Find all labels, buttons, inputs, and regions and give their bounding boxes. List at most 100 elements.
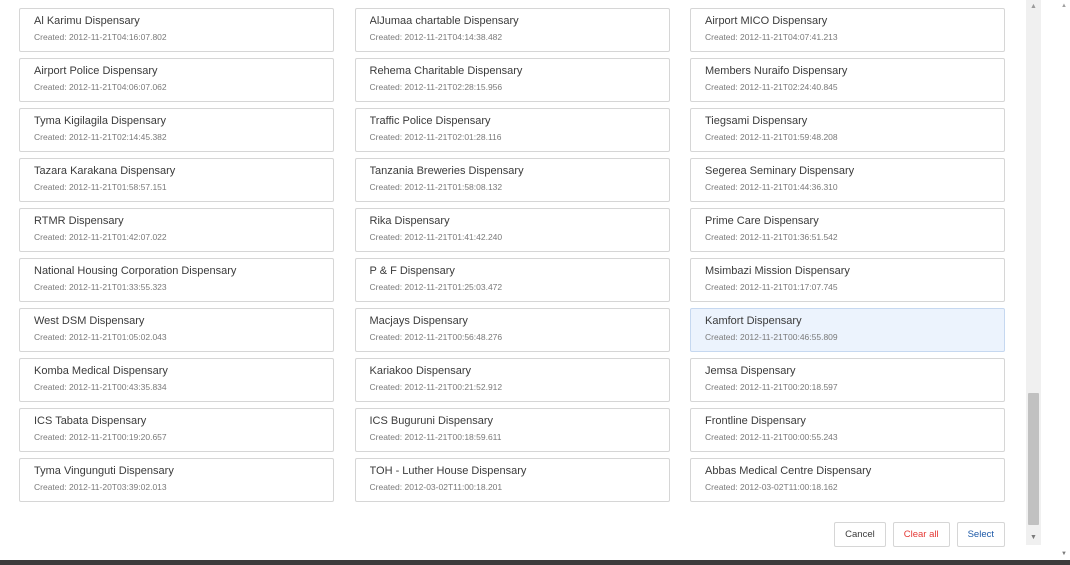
- created-timestamp: Created: 2012-11-21T01:41:42.240: [369, 232, 503, 242]
- dispensary-card[interactable]: National Housing Corporation Dispensary C…: [19, 258, 334, 302]
- dispensary-card[interactable]: Msimbazi Mission Dispensary Created: 2012…: [690, 258, 1005, 302]
- created-timestamp: Created: 2012-11-21T01:42:07.022: [34, 232, 167, 242]
- dispensary-name: Msimbazi Mission Dispensary: [705, 265, 850, 277]
- dispensary-name: National Housing Corporation Dispensary: [34, 265, 237, 277]
- dispensary-name: Al Karimu Dispensary: [34, 15, 140, 27]
- dispensary-card[interactable]: Airport MICO Dispensary Created: 2012-11-…: [690, 8, 1005, 52]
- dispensary-name: Kariakoo Dispensary: [369, 365, 472, 377]
- created-timestamp: Created: 2012-11-21T04:14:38.482: [369, 32, 503, 42]
- dispensary-card[interactable]: Komba Medical Dispensary Created: 2012-11…: [19, 358, 334, 402]
- dialog-footer: Cancel Clear all Select: [834, 522, 1005, 547]
- dispensary-card[interactable]: Tanzania Breweries Dispensary Created: 20…: [354, 158, 670, 202]
- dispensary-card[interactable]: Prime Care Dispensary Created: 2012-11-21…: [690, 208, 1005, 252]
- dispensary-name: Abbas Medical Centre Dispensary: [705, 465, 872, 477]
- dispensary-name: Tiegsami Dispensary: [705, 115, 808, 127]
- dispensary-card[interactable]: Frontline Dispensary Created: 2012-11-21T…: [690, 408, 1005, 452]
- created-timestamp: Created: 2012-11-21T01:36:51.542: [705, 232, 838, 242]
- created-timestamp: Created: 2012-11-21T04:16:07.802: [34, 32, 167, 42]
- dispensary-card[interactable]: Members Nuraifo Dispensary Created: 2012-…: [690, 58, 1005, 102]
- dispensary-name: Airport MICO Dispensary: [705, 15, 828, 27]
- scrollbar-thumb[interactable]: [1028, 393, 1039, 525]
- created-timestamp: Created: 2012-11-21T01:58:08.132: [369, 182, 503, 192]
- dispensary-name: Airport Police Dispensary: [34, 65, 158, 77]
- dispensary-card[interactable]: Jemsa Dispensary Created: 2012-11-21T00:2…: [690, 358, 1005, 402]
- dispensary-name: Macjays Dispensary: [369, 315, 468, 327]
- dispensary-card[interactable]: Tazara Karakana Dispensary Created: 2012-…: [19, 158, 334, 202]
- caret-up-icon[interactable]: ▲: [1058, 0, 1070, 12]
- created-timestamp: Created: 2012-11-21T00:19:20.657: [34, 432, 167, 442]
- dispensary-card[interactable]: Rehema Charitable Dispensary Created: 201…: [354, 58, 670, 102]
- created-timestamp: Created: 2012-11-21T04:07:41.213: [705, 32, 838, 42]
- created-timestamp: Created: 2012-03-02T11:00:18.201: [369, 482, 503, 492]
- dispensary-name: Segerea Seminary Dispensary: [705, 165, 855, 177]
- caret-down-icon[interactable]: ▼: [1058, 548, 1070, 560]
- created-timestamp: Created: 2012-11-21T01:25:03.472: [369, 282, 503, 292]
- created-timestamp: Created: 2012-03-02T11:00:18.162: [705, 482, 838, 492]
- dispensary-card[interactable]: ICS Tabata Dispensary Created: 2012-11-21…: [19, 408, 334, 452]
- dispensary-card[interactable]: Traffic Police Dispensary Created: 2012-1…: [354, 108, 670, 152]
- dispensary-name: ICS Buguruni Dispensary: [369, 415, 494, 427]
- cancel-button[interactable]: Cancel: [834, 522, 886, 547]
- dispensary-card[interactable]: Airport Police Dispensary Created: 2012-1…: [19, 58, 334, 102]
- dispensary-name: ICS Tabata Dispensary: [34, 415, 147, 427]
- dispensary-card[interactable]: Tiegsami Dispensary Created: 2012-11-21T0…: [690, 108, 1005, 152]
- dispensary-card[interactable]: West DSM Dispensary Created: 2012-11-21T0…: [19, 308, 334, 352]
- dispensary-card[interactable]: RTMR Dispensary Created: 2012-11-21T01:42…: [19, 208, 334, 252]
- dispensary-card[interactable]: TOH - Luther House Dispensary Created: 20…: [354, 458, 670, 502]
- dispensary-name: Members Nuraifo Dispensary: [705, 65, 848, 77]
- created-timestamp: Created: 2012-11-21T01:33:55.323: [34, 282, 167, 292]
- dispensary-name: P & F Dispensary: [369, 265, 455, 277]
- dispensary-name: TOH - Luther House Dispensary: [369, 465, 527, 477]
- dispensary-name: Traffic Police Dispensary: [369, 115, 491, 127]
- select-button[interactable]: Select: [956, 522, 1005, 547]
- clear-all-button[interactable]: Clear all: [892, 522, 950, 547]
- created-timestamp: Created: 2012-11-21T02:24:40.845: [705, 82, 838, 92]
- created-timestamp: Created: 2012-11-21T00:56:48.276: [369, 332, 503, 342]
- dispensary-card[interactable]: Tyma Vingunguti Dispensary Created: 2012-…: [19, 458, 334, 502]
- dispensary-card[interactable]: Al Karimu Dispensary Created: 2012-11-21T…: [19, 8, 334, 52]
- list-scrollbar[interactable]: ▲ ▼: [1026, 0, 1041, 545]
- dispensary-name: RTMR Dispensary: [34, 215, 124, 227]
- dispensary-name: Kamfort Dispensary: [705, 315, 802, 327]
- dispensary-card[interactable]: Tyma Kigilagila Dispensary Created: 2012-…: [19, 108, 334, 152]
- created-timestamp: Created: 2012-11-21T02:28:15.956: [369, 82, 503, 92]
- dispensary-card[interactable]: Rika Dispensary Created: 2012-11-21T01:41…: [354, 208, 670, 252]
- dispensary-name: AlJumaa chartable Dispensary: [369, 15, 519, 27]
- dispensary-card[interactable]: Kariakoo Dispensary Created: 2012-11-21T0…: [354, 358, 670, 402]
- dispensary-card[interactable]: Abbas Medical Centre Dispensary Created: …: [690, 458, 1005, 502]
- dispensary-card[interactable]: Macjays Dispensary Created: 2012-11-21T00…: [354, 308, 670, 352]
- created-timestamp: Created: 2012-11-21T01:58:57.151: [34, 182, 167, 192]
- caret-down-icon[interactable]: ▼: [1026, 531, 1041, 545]
- created-timestamp: Created: 2012-11-21T02:01:28.116: [369, 132, 502, 142]
- created-timestamp: Created: 2012-11-21T00:46:55.809: [705, 332, 838, 342]
- dispensary-name: Prime Care Dispensary: [705, 215, 819, 227]
- created-timestamp: Created: 2012-11-21T00:18:59.611: [369, 432, 502, 442]
- dispensary-name: Frontline Dispensary: [705, 415, 806, 427]
- taskbar-edge: [0, 560, 1070, 565]
- dispensary-name: Komba Medical Dispensary: [34, 365, 168, 377]
- created-timestamp: Created: 2012-11-21T00:00:55.243: [705, 432, 838, 442]
- caret-up-icon[interactable]: ▲: [1026, 0, 1041, 14]
- created-timestamp: Created: 2012-11-21T01:17:07.745: [705, 282, 838, 292]
- dispensary-name: Tyma Vingunguti Dispensary: [34, 465, 174, 477]
- created-timestamp: Created: 2012-11-21T01:44:36.310: [705, 182, 838, 192]
- dispensary-card[interactable]: Segerea Seminary Dispensary Created: 2012…: [690, 158, 1005, 202]
- created-timestamp: Created: 2012-11-20T03:39:02.013: [34, 482, 167, 492]
- dispensary-picker: Al Karimu Dispensary Created: 2012-11-21T…: [0, 0, 1070, 565]
- page-scrollbar[interactable]: ▲ ▼: [1058, 0, 1070, 560]
- dispensary-name: Tanzania Breweries Dispensary: [369, 165, 524, 177]
- created-timestamp: Created: 2012-11-21T01:59:48.208: [705, 132, 838, 142]
- dispensary-card[interactable]: Kamfort Dispensary Created: 2012-11-21T00…: [690, 308, 1005, 352]
- dispensary-name: Jemsa Dispensary: [705, 365, 796, 377]
- created-timestamp: Created: 2012-11-21T04:06:07.062: [34, 82, 167, 92]
- dispensary-name: Tyma Kigilagila Dispensary: [34, 115, 167, 127]
- dispensary-card[interactable]: ICS Buguruni Dispensary Created: 2012-11-…: [354, 408, 670, 452]
- created-timestamp: Created: 2012-11-21T02:14:45.382: [34, 132, 167, 142]
- dispensary-name: Tazara Karakana Dispensary: [34, 165, 176, 177]
- dispensary-name: West DSM Dispensary: [34, 315, 145, 327]
- dispensary-name: Rehema Charitable Dispensary: [369, 65, 523, 77]
- dispensary-card[interactable]: AlJumaa chartable Dispensary Created: 201…: [354, 8, 670, 52]
- dispensary-card[interactable]: P & F Dispensary Created: 2012-11-21T01:2…: [354, 258, 670, 302]
- dispensary-grid: Al Karimu Dispensary Created: 2012-11-21T…: [19, 8, 1005, 502]
- dispensary-name: Rika Dispensary: [369, 215, 450, 227]
